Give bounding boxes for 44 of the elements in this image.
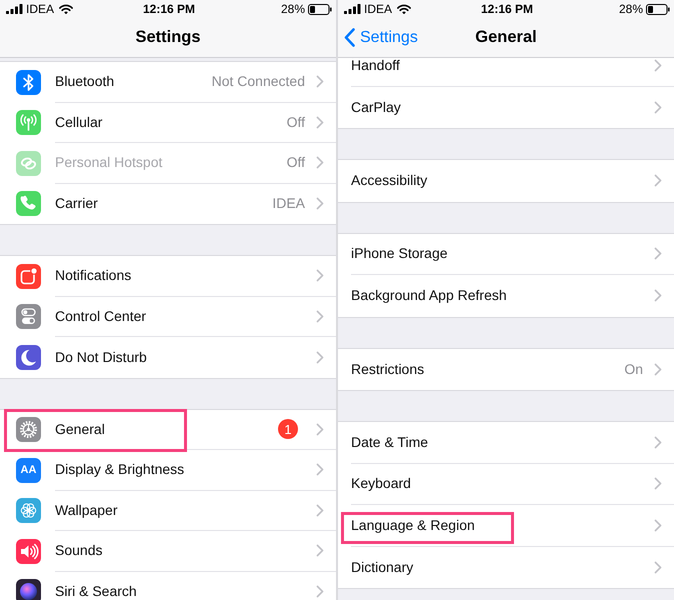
signal-icon [6,4,23,14]
wifi-icon [59,4,74,14]
chevron-right-icon [654,289,662,302]
row-value: On [624,362,643,377]
battery-icon [308,4,332,14]
status-time: 12:16 PM [480,2,534,16]
row-value: Not Connected [212,74,305,90]
chevron-right-icon [316,350,324,364]
chevron-right-icon [654,477,662,490]
battery-percent: 28% [618,2,643,16]
nav-title: Settings [135,28,201,47]
battery-percent: 28% [280,2,305,16]
chevron-right-icon [316,544,324,558]
chevron-right-icon [654,100,662,114]
chevron-right-icon [654,436,662,449]
chevron-right-icon [316,310,324,323]
chevron-right-icon [316,422,324,436]
carrier-name: IDEA [26,2,54,16]
row-value: Off [286,155,305,170]
notification-badge: 1 [278,419,298,440]
chevron-right-icon [654,560,662,574]
back-button[interactable]: Settings [338,28,420,47]
chevron-right-icon [316,116,324,129]
chevron-right-icon [316,197,324,210]
chevron-left-icon [344,28,355,47]
chevron-right-icon [654,362,662,376]
chevron-right-icon [654,247,662,260]
chevron-right-icon [316,504,324,517]
chevron-right-icon [654,518,662,532]
chevron-right-icon [316,75,324,88]
chevron-right-icon [316,156,324,170]
signal-icon [344,4,361,14]
chevron-right-icon [316,269,324,282]
chevron-right-icon [654,174,662,188]
row-value: IDEA [272,196,305,212]
chevron-right-icon [316,585,324,598]
text-size-icon: AA [16,458,41,483]
carrier-name: IDEA [364,2,392,16]
nav-title: General [475,28,537,47]
wifi-icon [397,4,412,14]
row-value: Off [286,114,305,130]
chevron-right-icon [316,463,324,476]
battery-icon [646,4,670,14]
status-time: 12:16 PM [142,2,196,16]
